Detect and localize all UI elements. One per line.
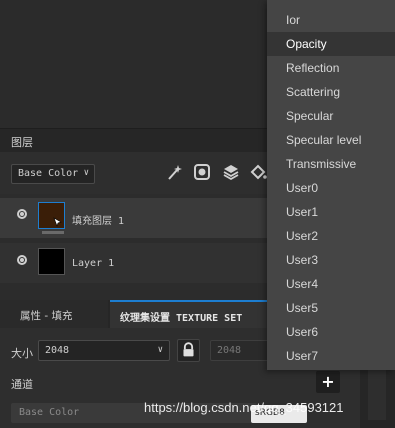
- size-label: 大小: [11, 347, 33, 360]
- tab-texture-set[interactable]: 纹理集设置 TEXTURE SET: [110, 300, 270, 328]
- layer-name: 填充图层 1: [72, 216, 125, 227]
- menu-item-user6[interactable]: User6: [267, 320, 395, 344]
- menu-item-user4[interactable]: User4: [267, 272, 395, 296]
- layer-row-layer1[interactable]: Layer 1: [0, 243, 270, 283]
- menu-item-opacity[interactable]: Opacity: [267, 32, 395, 56]
- lock-icon: [183, 342, 194, 357]
- layers-panel-title: 图层: [11, 136, 33, 149]
- chevron-down-icon: ∨: [157, 345, 163, 355]
- eye-icon[interactable]: [17, 255, 27, 265]
- magic-wand-icon[interactable]: [166, 163, 184, 181]
- size-select-locked: 2048: [210, 340, 270, 361]
- menu-item-user0[interactable]: User0: [267, 176, 395, 200]
- lock-button[interactable]: [177, 339, 200, 362]
- channel-select[interactable]: Base Color ∨: [11, 164, 95, 184]
- menu-item-user1[interactable]: User1: [267, 200, 395, 224]
- add-layer-icon[interactable]: [222, 163, 240, 181]
- layer-name: Layer 1: [72, 258, 115, 269]
- menu-item-ior[interactable]: Ior: [267, 8, 395, 32]
- menu-item-user2[interactable]: User2: [267, 224, 395, 248]
- size-value: 2048: [45, 345, 70, 356]
- watermark: https://blog.csdn.net/qq_34593121: [144, 400, 344, 415]
- menu-item-reflection[interactable]: Reflection: [267, 56, 395, 80]
- menu-item-scattering[interactable]: Scattering: [267, 80, 395, 104]
- add-fill-layer-icon[interactable]: [193, 163, 211, 181]
- channels-label: 通道: [11, 378, 33, 391]
- size-value-locked: 2048: [217, 345, 242, 356]
- menu-item-user3[interactable]: User3: [267, 248, 395, 272]
- menu-item-transmissive[interactable]: Transmissive: [267, 152, 395, 176]
- layer-thumbnail: [38, 248, 65, 275]
- channel-dropdown-menu: Ior Opacity Reflection Scattering Specul…: [267, 0, 395, 370]
- layer-mask-bar: [42, 231, 64, 234]
- paint-bucket-icon[interactable]: [249, 163, 267, 181]
- menu-item-user7[interactable]: User7: [267, 344, 395, 368]
- channel-select-value: Base Color: [18, 168, 79, 179]
- eye-icon[interactable]: [17, 209, 27, 219]
- menu-item-user5[interactable]: User5: [267, 296, 395, 320]
- tab-properties-fill[interactable]: 属性 - 填充: [0, 300, 108, 328]
- cursor-icon: [53, 217, 62, 227]
- size-select[interactable]: 2048 ∨: [38, 340, 170, 361]
- layer-row-fill[interactable]: 填充图层 1: [0, 198, 270, 238]
- add-channel-button[interactable]: +: [316, 371, 340, 393]
- menu-item-specular-level[interactable]: Specular level: [267, 128, 395, 152]
- chevron-down-icon: ∨: [83, 168, 89, 178]
- menu-item-specular[interactable]: Specular: [267, 104, 395, 128]
